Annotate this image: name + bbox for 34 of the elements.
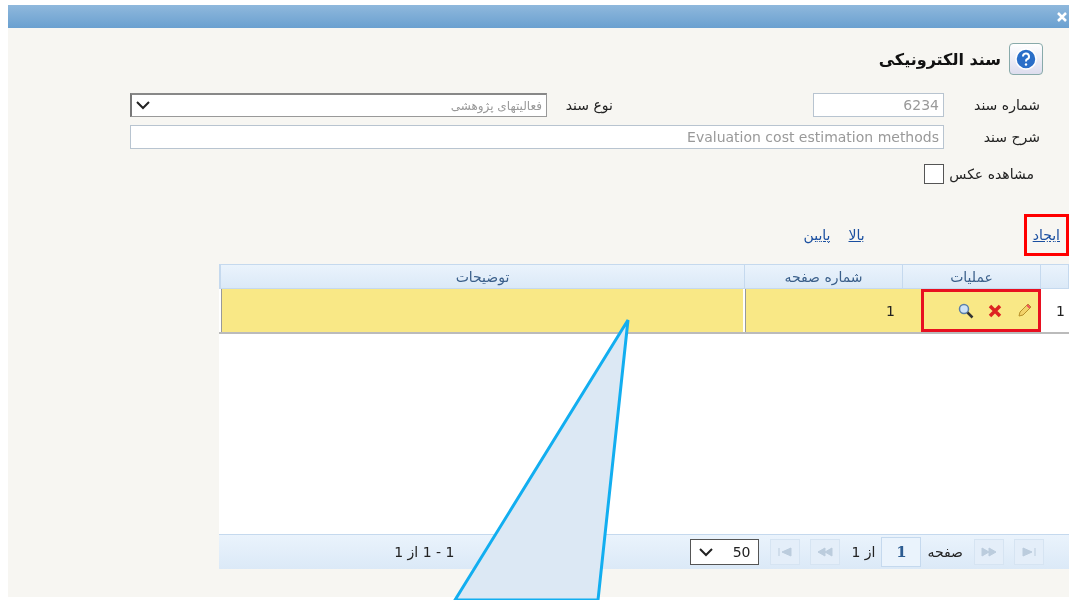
column-header: توضیحات [220,265,744,288]
table-cell: 1 [745,289,903,332]
column-header: عملیات [902,265,1040,288]
link[interactable]: پایین [794,214,840,256]
pencil-icon[interactable] [1016,302,1032,319]
show-image-checkbox[interactable] [924,164,944,184]
search-icon[interactable] [958,302,974,319]
link[interactable]: ایجاد [1023,214,1069,256]
delete-icon[interactable] [988,303,1002,318]
page-label: صفحه [927,544,963,560]
column-header: شماره صفحه [744,265,902,288]
record-summary: 1 - 1 از 1 [394,544,455,560]
next-page-button[interactable] [974,539,1004,565]
help-button[interactable] [1009,43,1043,75]
page-number-field[interactable]: 1 [881,537,922,567]
field-label: شرح سند [982,129,1040,145]
first-page-icon [777,547,794,557]
previous-page-button[interactable] [810,539,841,565]
page-count: از 1 [851,544,876,560]
next-page-icon [981,547,997,557]
field-label: نوع سند [564,97,613,113]
chevron-down-icon [136,101,150,110]
checkbox-label: مشاهده عکس [948,166,1035,182]
first-page-button[interactable] [770,539,801,565]
question-icon [1015,48,1037,70]
close-icon[interactable] [1057,11,1067,22]
link[interactable]: بالا [839,214,874,256]
chevron-down-icon [699,547,714,557]
last-page-button[interactable] [1014,539,1044,565]
page-title: سند الکترونیکی [878,49,1001,69]
prev-page-icon [817,547,834,557]
last-page-icon [1021,547,1037,557]
page-size-dropdown[interactable]: 50 [690,539,760,565]
field-label: شماره سند [973,97,1040,113]
